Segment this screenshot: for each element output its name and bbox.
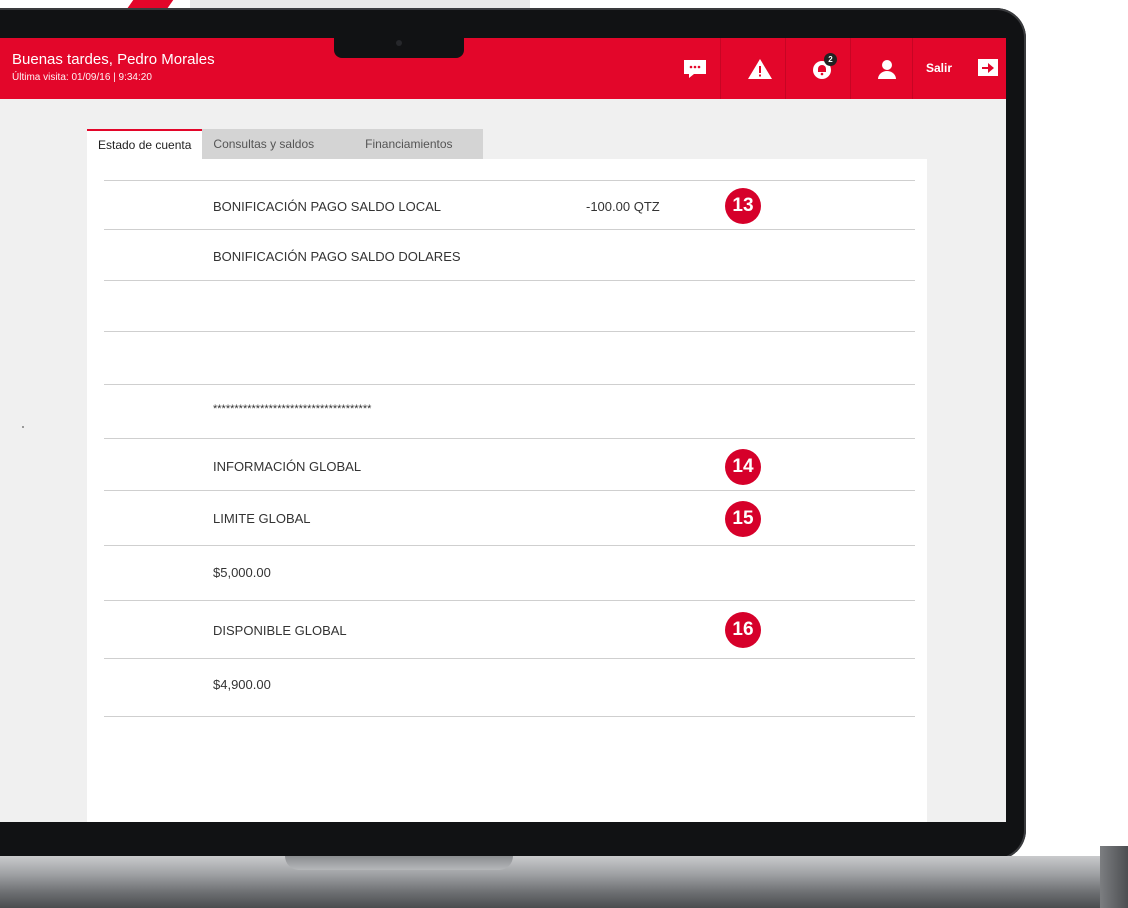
app-screen: Buenas tardes, Pedro Morales Última visi… xyxy=(0,38,1006,822)
alerts-button[interactable] xyxy=(735,38,785,99)
row-divider xyxy=(104,716,915,717)
last-visit-text: Última visita: 01/09/16 | 9:34:20 xyxy=(12,72,152,83)
top-header: Buenas tardes, Pedro Morales Última visi… xyxy=(0,38,1006,99)
callout-marker-13: 13 xyxy=(725,188,761,224)
header-divider xyxy=(720,38,721,99)
row-label: BONIFICACIÓN PAGO SALDO LOCAL xyxy=(213,199,442,214)
row-divider xyxy=(104,545,915,546)
tab-financiamientos[interactable]: Financiamientos xyxy=(354,129,483,159)
row-label: DISPONIBLE GLOBAL xyxy=(213,623,347,638)
laptop-base-edge xyxy=(1100,846,1128,908)
profile-button[interactable] xyxy=(862,38,912,99)
row-label-masked: ************************************* xyxy=(213,403,372,415)
logout-label[interactable]: Salir xyxy=(926,61,952,75)
camera-icon xyxy=(396,40,402,46)
camera-notch xyxy=(334,34,464,58)
greeting-text: Buenas tardes, Pedro Morales xyxy=(12,51,215,68)
laptop-bezel: Buenas tardes, Pedro Morales Última visi… xyxy=(0,8,1026,860)
warning-icon xyxy=(748,58,772,79)
callout-marker-15: 15 xyxy=(725,501,761,537)
header-divider xyxy=(850,38,851,99)
row-divider xyxy=(104,229,915,230)
row-divider xyxy=(104,384,915,385)
row-divider xyxy=(104,600,915,601)
exit-arrow-icon xyxy=(982,62,994,73)
header-divider xyxy=(785,38,786,99)
account-tabs: Estado de cuenta Consultas y saldos Fina… xyxy=(87,129,483,159)
row-value: $4,900.00 xyxy=(213,677,271,692)
row-divider xyxy=(104,180,915,181)
user-icon xyxy=(878,59,896,79)
row-divider xyxy=(104,490,915,491)
notification-count-badge: 2 xyxy=(824,53,837,66)
tab-estado-de-cuenta[interactable]: Estado de cuenta xyxy=(87,129,203,159)
screen-speck xyxy=(22,426,24,428)
row-divider xyxy=(104,331,915,332)
row-divider xyxy=(104,438,915,439)
chat-icon xyxy=(684,59,706,78)
row-label: LIMITE GLOBAL xyxy=(213,511,311,526)
row-amount: -100.00 QTZ xyxy=(586,199,660,214)
logout-button[interactable] xyxy=(978,59,998,76)
row-label: BONIFICACIÓN PAGO SALDO DOLARES xyxy=(213,249,461,264)
row-value: $5,000.00 xyxy=(213,565,271,580)
tab-consultas-y-saldos[interactable]: Consultas y saldos xyxy=(202,129,355,159)
row-label: INFORMACIÓN GLOBAL xyxy=(213,459,362,474)
laptop-base-lip xyxy=(285,856,513,870)
statement-panel: BONIFICACIÓN PAGO SALDO LOCAL -100.00 QT… xyxy=(87,159,927,822)
callout-marker-14: 14 xyxy=(725,449,761,485)
laptop-base xyxy=(0,856,1128,908)
row-divider xyxy=(104,280,915,281)
row-divider xyxy=(104,658,915,659)
messages-button[interactable] xyxy=(670,38,720,99)
callout-marker-16: 16 xyxy=(725,612,761,648)
notifications-button[interactable]: 2 xyxy=(797,38,847,99)
header-divider xyxy=(912,38,913,99)
